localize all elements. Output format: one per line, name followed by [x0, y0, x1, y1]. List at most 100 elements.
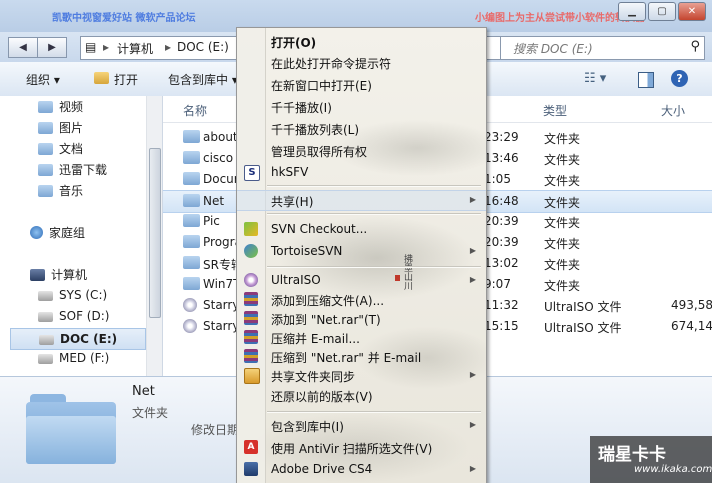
help-icon[interactable]: ? [671, 70, 688, 87]
search-box[interactable]: 搜索 DOC (E:) ⚲ [500, 36, 705, 60]
menu-item-tortoisesvn[interactable]: TortoiseSVN ▶ [237, 242, 486, 261]
sidebar-item-label: 图片 [59, 121, 84, 135]
file-type: UltraISO 文件 [544, 321, 622, 335]
menu-item-include-in-library[interactable]: 包含到库中(I) ▶ [237, 416, 486, 435]
sidebar-item-drive-f[interactable]: MED (F:) [38, 351, 109, 371]
breadcrumb-computer[interactable]: 计算机 [117, 40, 153, 57]
search-input[interactable]: 搜索 DOC (E:) [513, 40, 593, 57]
folder-icon [38, 185, 53, 197]
tortoisesvn-icon [244, 244, 258, 258]
menu-item-compress-email[interactable]: 压缩并 E-mail... [237, 328, 486, 347]
include-in-library-button[interactable]: 包含到库中 ▾ [168, 71, 238, 88]
nav-scrollbar[interactable] [146, 96, 162, 376]
menu-item-label: 在新窗口中打开(E) [271, 79, 372, 93]
menu-item-restore-previous-versions[interactable]: 还原以前的版本(V) [237, 386, 486, 405]
menu-item-take-ownership[interactable]: 管理员取得所有权 [237, 141, 486, 160]
view-options-icon[interactable]: ☷ ▾ [584, 71, 606, 86]
organize-button[interactable]: 组织 ▾ [26, 71, 60, 88]
maximize-button[interactable]: ▢ [648, 2, 676, 21]
sidebar-item-drive-c[interactable]: SYS (C:) [38, 288, 107, 308]
sidebar-item-videos[interactable]: 视频 [38, 98, 83, 118]
folder-icon [183, 256, 200, 269]
submenu-arrow-icon: ▶ [469, 275, 476, 284]
file-time: 1:05 [484, 172, 511, 186]
drive-icon [38, 312, 53, 322]
menu-item-add-to-archive[interactable]: 添加到压缩文件(A)... [237, 290, 486, 309]
folder-icon [38, 101, 53, 113]
file-type: 文件夹 [544, 216, 581, 230]
folder-icon [38, 122, 53, 134]
menu-item-open-cmd[interactable]: 在此处打开命令提示符 [237, 53, 486, 72]
back-button[interactable]: ◀ [8, 37, 38, 58]
file-time: 16:48 [484, 194, 519, 208]
sidebar-item-label: DOC (E:) [60, 332, 118, 346]
column-header-name[interactable]: 名称 [183, 102, 207, 119]
sidebar-item-pictures[interactable]: 图片 [38, 119, 83, 139]
sidebar-item-documents[interactable]: 文档 [38, 140, 83, 160]
menu-item-hksfv[interactable]: S hkSFV [237, 163, 486, 182]
title-left-text: 凯歌中视窗爱好站 微软产品论坛 [52, 13, 196, 24]
navigation-pane: 视频 图片 文档 迅雷下载 音乐 家庭组 计算机 SYS (C:) SOF (D… [0, 96, 163, 376]
menu-item-compress-net-rar-email[interactable]: 压缩到 "Net.rar" 并 E-mail [237, 347, 486, 366]
sidebar-item-music[interactable]: 音乐 [38, 182, 83, 202]
file-type: 文件夹 [544, 153, 581, 167]
menu-item-label: TortoiseSVN [271, 244, 343, 258]
watermark-logo: 瑞星卡卡 www.ikaka.com [590, 436, 712, 483]
menu-item-label: 共享(H) [271, 195, 314, 209]
nav-scrollbar-thumb[interactable] [149, 148, 161, 318]
sidebar-item-drive-d[interactable]: SOF (D:) [38, 309, 109, 329]
submenu-arrow-icon: ▶ [469, 246, 476, 255]
file-name: cisco i [203, 151, 241, 165]
submenu-arrow-icon: ▶ [469, 464, 476, 473]
file-name: Win7T [203, 277, 241, 291]
menu-item-ttplayer-play[interactable]: 千千播放(I) [237, 97, 486, 116]
drive-icon [38, 354, 53, 364]
folder-icon [183, 235, 200, 248]
menu-item-antivir-scan[interactable]: A 使用 AntiVir 扫描所选文件(V) [237, 438, 486, 457]
menu-item-adobe-drive[interactable]: Adobe Drive CS4 ▶ [237, 460, 486, 479]
file-name: about [203, 130, 238, 144]
drive-icon [39, 335, 54, 345]
sidebar-item-thunder-downloads[interactable]: 迅雷下载 [38, 161, 107, 181]
column-header-size[interactable]: 大小 [661, 102, 685, 119]
svn-checkout-icon [244, 222, 258, 236]
forward-button[interactable]: ▶ [37, 37, 67, 58]
menu-item-shared-folder-sync[interactable]: 共享文件夹同步 ▶ [237, 366, 486, 385]
menu-item-ttplayer-playlist[interactable]: 千千播放列表(L) [237, 119, 486, 138]
context-menu: 拂墨山川 打开(O) 在此处打开命令提示符 在新窗口中打开(E) 千千播放(I)… [236, 27, 487, 483]
menu-separator [267, 266, 481, 268]
open-button[interactable]: 打开 [114, 71, 138, 88]
breadcrumb-drive[interactable]: DOC (E:) [177, 40, 229, 54]
file-name: Net [203, 194, 225, 208]
sidebar-item-drive-e[interactable]: DOC (E:) [10, 328, 146, 350]
file-type: 文件夹 [544, 258, 581, 272]
menu-item-add-to-net-rar[interactable]: 添加到 "Net.rar"(T) [237, 309, 486, 328]
search-icon[interactable]: ⚲ [690, 39, 700, 54]
sidebar-item-label: SOF (D:) [59, 309, 110, 323]
file-time: 20:39 [484, 235, 519, 249]
drive-icon: ▤ [85, 40, 97, 54]
sidebar-item-label: MED (F:) [59, 351, 110, 365]
drive-icon [38, 291, 53, 301]
details-name: Net [132, 384, 155, 399]
menu-item-share[interactable]: 共享(H) ▶ [237, 190, 486, 211]
folder-icon [183, 151, 200, 164]
close-button[interactable]: ✕ [678, 2, 706, 21]
watermark-title: 瑞星卡卡 [598, 445, 666, 465]
menu-item-label: 压缩并 E-mail... [271, 332, 360, 346]
minimize-button[interactable]: ▁ [618, 2, 646, 21]
file-type: 文件夹 [544, 132, 581, 146]
menu-item-open[interactable]: 打开(O) [237, 32, 486, 51]
menu-item-label: UltraISO [271, 273, 321, 287]
sidebar-item-homegroup[interactable]: 家庭组 [30, 224, 85, 244]
preview-pane-icon[interactable] [638, 72, 654, 88]
winrar-icon [244, 330, 258, 344]
sidebar-item-computer[interactable]: 计算机 [30, 266, 87, 286]
disc-image-icon [183, 298, 197, 312]
menu-item-svn-checkout[interactable]: SVN Checkout... [237, 220, 486, 239]
menu-item-ultraiso[interactable]: UltraISO ▶ [237, 271, 486, 290]
sidebar-item-label: 文档 [59, 142, 84, 156]
column-header-type[interactable]: 类型 [543, 102, 567, 119]
menu-item-open-new-window[interactable]: 在新窗口中打开(E) [237, 75, 486, 94]
details-type: 文件夹 [132, 406, 169, 420]
